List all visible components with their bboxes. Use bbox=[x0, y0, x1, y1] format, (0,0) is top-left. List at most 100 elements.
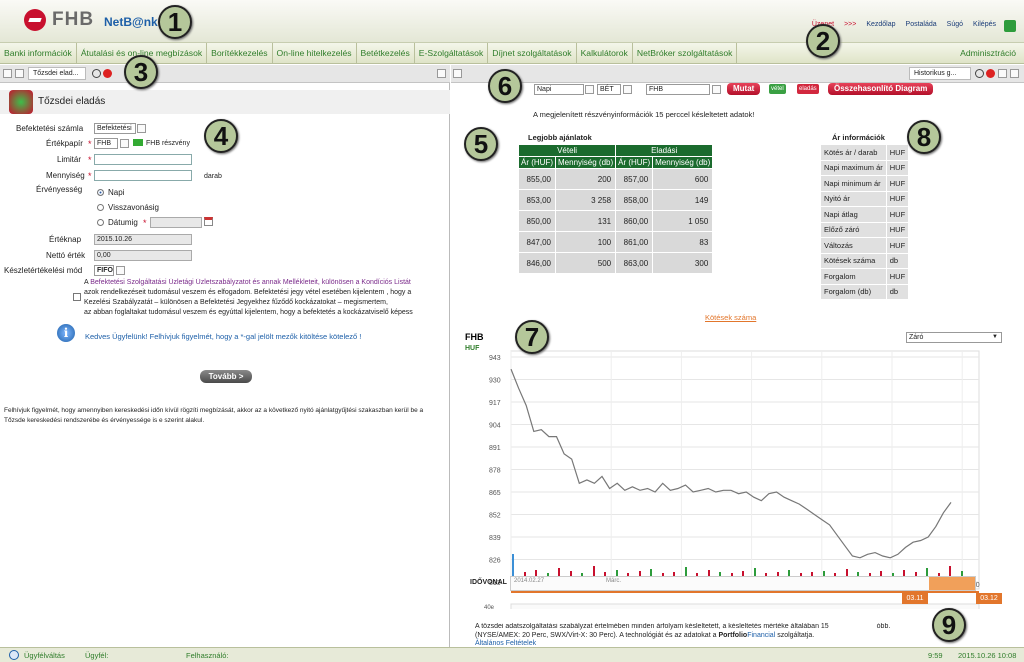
chevron-down-icon[interactable] bbox=[623, 85, 632, 94]
cell: db bbox=[885, 252, 910, 269]
chevron-down-icon[interactable] bbox=[116, 266, 125, 275]
priceinfo-title: Ár információk bbox=[832, 133, 885, 142]
volume-bar bbox=[845, 569, 848, 576]
nav-item[interactable]: NetBróker szolgáltatások bbox=[633, 43, 738, 63]
buy-button[interactable]: vétel bbox=[769, 84, 786, 94]
account-label: Befektetési számla bbox=[16, 124, 84, 133]
date-input[interactable] bbox=[150, 217, 202, 228]
terms-link[interactable]: Befektetési Szolgáltatási Üzletági Üzlet… bbox=[90, 279, 411, 286]
trades-link[interactable]: Kötések száma bbox=[705, 313, 756, 322]
period-select[interactable]: Napi bbox=[534, 84, 584, 95]
next-button[interactable]: Tovább > bbox=[200, 370, 252, 383]
table-row: Napi minimum ár HUF bbox=[820, 175, 910, 192]
limit-input[interactable] bbox=[94, 154, 192, 165]
list-icon[interactable] bbox=[998, 69, 1007, 78]
nav-item[interactable]: E-Szolgáltatások bbox=[415, 43, 489, 63]
col-header: Ár (HUF) bbox=[518, 156, 556, 169]
scroll-right-icon[interactable] bbox=[1010, 69, 1019, 78]
nav-item[interactable]: Betétkezelés bbox=[357, 43, 415, 63]
footnote: Felhívjuk figyelmét, hogy amennyiben ker… bbox=[4, 406, 423, 426]
method-select[interactable]: FIFO bbox=[94, 265, 114, 276]
table-row: Nyitó ár HUF bbox=[820, 190, 910, 207]
navigator[interactable]: 2014.02.27 Márc. bbox=[510, 576, 976, 591]
value-date-label: Értéknap bbox=[49, 235, 82, 244]
link-home[interactable]: Kezdőlap bbox=[866, 21, 895, 28]
cell: 853,00 bbox=[518, 189, 556, 211]
cell: db bbox=[885, 283, 910, 300]
stock-select[interactable]: FHB bbox=[646, 84, 710, 95]
radio-date[interactable] bbox=[97, 219, 104, 226]
exchange-select[interactable]: BÉT bbox=[597, 84, 621, 95]
radio-gtc[interactable] bbox=[97, 204, 104, 211]
close-icon[interactable] bbox=[103, 69, 112, 78]
list-icon[interactable] bbox=[3, 69, 12, 78]
cell: 860,00 bbox=[615, 210, 654, 232]
quantity-unit: darab bbox=[204, 173, 222, 180]
priceinfo-table: Kötés ár / darab HUF Napi maximum ár HUF Nap… bbox=[820, 144, 910, 300]
show-button[interactable]: Mutat bbox=[727, 83, 761, 95]
clock-icon[interactable] bbox=[975, 69, 984, 78]
cell: HUF bbox=[885, 175, 910, 192]
client-switch-link[interactable]: Ügyfélváltás bbox=[24, 651, 65, 660]
cell: 600 bbox=[652, 168, 714, 190]
back-arrow-icon[interactable] bbox=[15, 69, 24, 78]
tab-historical[interactable]: Historikus g... bbox=[909, 67, 971, 80]
navigator-range-handle[interactable] bbox=[929, 577, 975, 590]
range-start[interactable]: 03.11 bbox=[902, 593, 928, 604]
compare-chart-button[interactable]: Összehasonlító Diagram bbox=[828, 83, 934, 95]
tab-sell[interactable]: Tőzsdei elad... bbox=[28, 67, 86, 80]
table-row: Előző záró HUF bbox=[820, 221, 910, 238]
cell: 855,00 bbox=[518, 168, 556, 190]
nav-item[interactable]: Banki információk bbox=[0, 43, 77, 63]
callout-badge: 1 bbox=[158, 5, 192, 39]
exit-icon[interactable] bbox=[1004, 20, 1016, 32]
scroll-left-icon[interactable] bbox=[437, 69, 446, 78]
callout-badge: 2 bbox=[806, 24, 840, 58]
chevron-down-icon[interactable] bbox=[712, 85, 721, 94]
cell: Kötés ár / darab bbox=[820, 144, 887, 161]
cell: HUF bbox=[885, 190, 910, 207]
radio-daily-label: Napi bbox=[108, 188, 125, 197]
chevron-down-icon[interactable] bbox=[585, 85, 594, 94]
chevron-down-icon[interactable] bbox=[137, 124, 146, 133]
range-end[interactable]: 03.12 bbox=[976, 593, 1002, 604]
quantity-input[interactable] bbox=[94, 170, 192, 181]
link-help[interactable]: Súgó bbox=[947, 21, 963, 28]
navigator-date: Márc. bbox=[606, 578, 621, 584]
scroll-left-icon[interactable] bbox=[453, 69, 462, 78]
cell: 857,00 bbox=[615, 168, 654, 190]
sell-button[interactable]: eladás bbox=[797, 84, 819, 94]
link-logout[interactable]: Kilépés bbox=[973, 21, 996, 28]
terms-line: az abban foglaltakat tudomásul veszem és… bbox=[84, 309, 413, 316]
volume-bar bbox=[650, 569, 652, 576]
orderbook-title: Legjobb ajánlatok bbox=[528, 133, 592, 142]
security-select[interactable]: FHB bbox=[94, 138, 118, 149]
chevron-down-icon[interactable] bbox=[120, 139, 129, 148]
table-row: Kötés ár / darab HUF bbox=[820, 144, 910, 161]
navigator-label: IDŐVONAL bbox=[470, 579, 507, 586]
nav-admin[interactable]: Adminisztráció bbox=[956, 43, 1024, 63]
nav-item[interactable]: Kalkulátorok bbox=[577, 43, 633, 63]
logo-text: FHB bbox=[52, 9, 95, 30]
nav-item[interactable]: On-line hitelkezelés bbox=[273, 43, 357, 63]
switch-client-icon[interactable] bbox=[9, 650, 19, 660]
callout-badge: 3 bbox=[124, 55, 158, 89]
link-mailbox[interactable]: Postaláda bbox=[906, 21, 937, 28]
volume-area bbox=[510, 603, 980, 609]
nav-item[interactable]: Borítékkezelés bbox=[207, 43, 273, 63]
cell: HUF bbox=[885, 206, 910, 223]
nav-item[interactable]: Díjnet szolgáltatások bbox=[488, 43, 577, 63]
sell-panel: Tőzsdei eladás Befektetési számla Befekt… bbox=[0, 83, 450, 647]
top-links: Üzenet >>> Kezdőlap Postaláda Súgó Kilép… bbox=[812, 21, 996, 28]
clock-icon[interactable] bbox=[92, 69, 101, 78]
required-mark: * bbox=[88, 139, 92, 149]
user-label: Felhasználó: bbox=[186, 651, 229, 660]
radio-daily[interactable] bbox=[97, 189, 104, 196]
calendar-icon[interactable] bbox=[204, 217, 213, 226]
link-more[interactable]: >>> bbox=[844, 21, 856, 28]
account-select[interactable]: Befektetési bbox=[94, 123, 136, 134]
close-icon[interactable] bbox=[986, 69, 995, 78]
y-tick-label: 878 bbox=[489, 468, 501, 475]
left-tabbar: Tőzsdei elad... bbox=[0, 65, 450, 83]
terms-checkbox[interactable] bbox=[73, 293, 81, 301]
